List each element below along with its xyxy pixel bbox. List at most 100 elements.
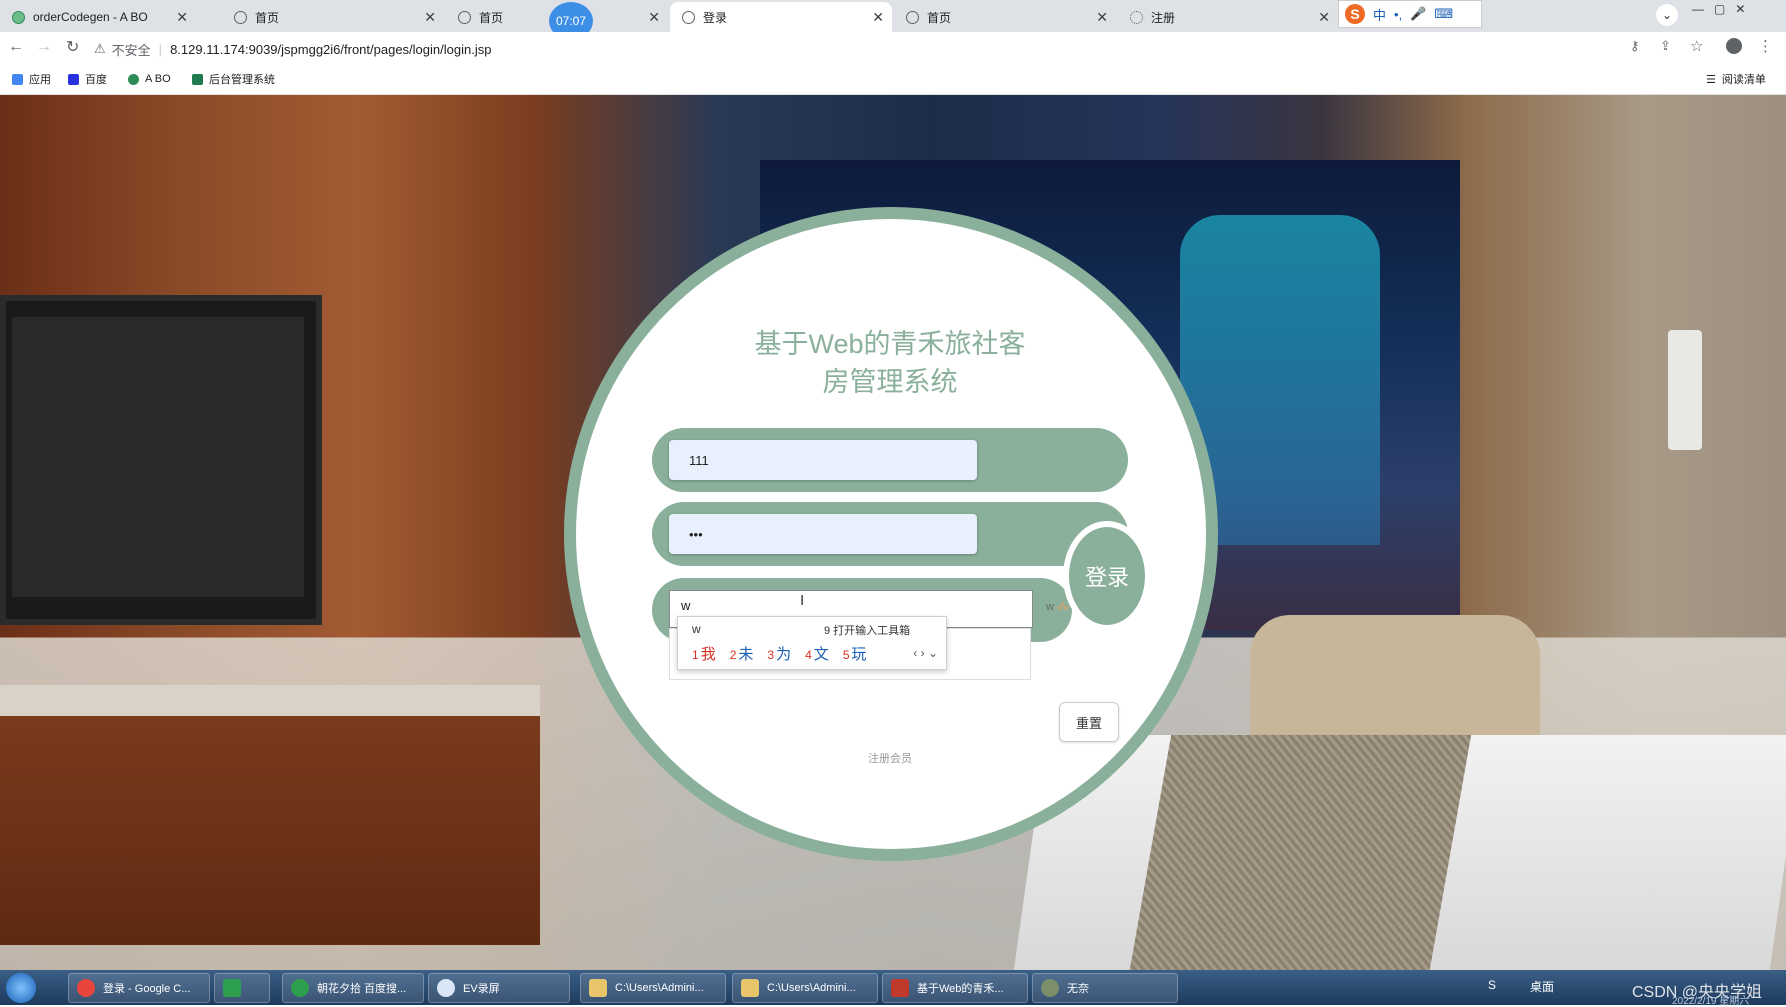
reload-icon[interactable]: ↻: [66, 37, 79, 57]
forward-icon[interactable]: →: [36, 38, 52, 56]
ime-candidate-window[interactable]: w 9 打开输入工具箱 1我 2未 3为 4文 5玩 ‹ › ⌄: [677, 616, 947, 670]
ime-mode[interactable]: 中: [1373, 5, 1386, 24]
taskbar-item-wunai[interactable]: 无奈: [1032, 973, 1178, 1003]
ime-page-nav-icon[interactable]: ‹ › ⌄: [913, 646, 938, 660]
tab-search-icon[interactable]: ⌄: [1656, 4, 1678, 26]
wall-lamp: [1668, 330, 1702, 450]
globe-icon: [234, 10, 247, 24]
tab-register[interactable]: 注册 ✕: [1118, 2, 1338, 32]
loading-icon: [1130, 10, 1143, 24]
close-tab-icon[interactable]: ✕: [872, 9, 884, 26]
taskbar-label: 基于Web的青禾...: [917, 983, 1004, 995]
tab-home-3[interactable]: 首页 ✕: [894, 2, 1116, 32]
television-screen: [12, 317, 304, 597]
close-tab-icon[interactable]: ✕: [424, 9, 436, 26]
taskbar-item-folder-1[interactable]: C:\Users\Admini...: [580, 973, 726, 1003]
sogou-tray-icon[interactable]: S: [1488, 978, 1496, 992]
taskbar-label: 无奈: [1067, 983, 1089, 995]
sogou-logo-icon: S: [1345, 4, 1365, 24]
profile-icon[interactable]: [1726, 38, 1742, 54]
taskbar-item-system[interactable]: 基于Web的青禾...: [882, 973, 1028, 1003]
taskbar-label: C:\Users\Admini...: [615, 982, 704, 994]
close-tab-icon[interactable]: ✕: [176, 9, 188, 26]
menu-icon[interactable]: ⋮: [1758, 37, 1773, 55]
taskbar-item-baidu[interactable]: 朝花夕拾 百度搜...: [282, 973, 424, 1003]
dresser: [0, 685, 540, 945]
taskbar-item-chrome[interactable]: 登录 - Google C...: [68, 973, 210, 1003]
tab-label: orderCodegen - A BO: [33, 10, 148, 24]
sogou-ime-toolbar[interactable]: S 中 •, 🎤 ⌨: [1338, 0, 1482, 28]
close-tab-icon[interactable]: ✕: [1318, 9, 1330, 26]
candidate-number: 3: [767, 648, 775, 662]
site-favicon-icon: [12, 10, 25, 24]
close-tab-icon[interactable]: ✕: [1096, 9, 1108, 26]
reading-list[interactable]: ☰ 阅读清单: [1706, 70, 1766, 88]
bookmark-label: 百度: [85, 74, 107, 86]
title-line-2: 房管理系统: [822, 367, 958, 397]
keyboard-icon[interactable]: ⌨: [1434, 6, 1453, 22]
reading-list-icon: ☰: [1706, 73, 1716, 86]
candidate-number: 4: [805, 648, 812, 662]
candidate-number: 1: [692, 648, 699, 662]
ime-candidate[interactable]: 2未: [730, 643, 754, 664]
close-tab-icon[interactable]: ✕: [648, 9, 660, 26]
password-input[interactable]: •••: [669, 514, 977, 554]
bookmark-apps[interactable]: 应用: [12, 70, 51, 88]
bookmark-admin[interactable]: 后台管理系统: [192, 70, 275, 88]
ime-candidate[interactable]: 4文: [805, 643, 829, 664]
taskbar-item-folder-2[interactable]: C:\Users\Admini...: [732, 973, 878, 1003]
punctuation-icon[interactable]: •,: [1394, 7, 1402, 22]
ime-candidates: 1我 2未 3为 4文 5玩: [692, 643, 867, 664]
captcha-text: w: [1046, 601, 1054, 613]
ime-tool-hint[interactable]: 9 打开输入工具箱: [824, 622, 910, 638]
captcha-input-value: w: [681, 598, 691, 613]
folder-icon: [589, 979, 607, 997]
taskbar-item-player[interactable]: [214, 973, 270, 1003]
register-link[interactable]: 注册会员: [840, 750, 940, 766]
ime-composition: w: [692, 622, 701, 636]
tab-label: 首页: [479, 10, 504, 25]
login-button[interactable]: 登录: [1063, 521, 1151, 631]
bookmark-label: 应用: [29, 74, 51, 86]
apps-icon: [12, 73, 23, 85]
leaf-icon: [128, 73, 139, 85]
vue-icon: [192, 73, 203, 85]
tab-login[interactable]: 登录 ✕: [670, 2, 892, 32]
candidate-number: 5: [842, 648, 850, 662]
window-controls[interactable]: —▢✕: [1692, 2, 1755, 16]
microphone-icon[interactable]: 🎤: [1410, 6, 1426, 22]
app-icon: [891, 979, 909, 997]
taskbar-label: 登录 - Google C...: [103, 983, 191, 995]
ime-candidate[interactable]: 5玩: [843, 643, 867, 664]
username-input[interactable]: 111: [669, 440, 977, 480]
tab-label: 首页: [927, 10, 952, 25]
tab-ordercodegen[interactable]: orderCodegen - A BO ✕: [0, 2, 196, 32]
candidate-text: 为: [776, 646, 792, 663]
folder-icon: [741, 979, 759, 997]
tab-home-1[interactable]: 首页 ✕: [222, 2, 444, 32]
security-label: 不安全: [111, 42, 151, 58]
ime-candidate[interactable]: 1我: [692, 643, 716, 664]
candidate-number: 2: [729, 648, 737, 662]
bookmark-label: 后台管理系统: [209, 74, 275, 86]
warning-icon: ⚠: [94, 41, 106, 56]
back-icon[interactable]: ←: [8, 38, 24, 56]
desktop-label[interactable]: 桌面: [1530, 978, 1554, 995]
bookmark-baidu[interactable]: 百度: [68, 70, 107, 88]
bookmark-label: A BO: [145, 73, 171, 85]
candidate-text: 玩: [851, 646, 867, 663]
ime-candidate[interactable]: 3为: [767, 643, 791, 664]
url-text[interactable]: 8.129.11.174:9039/jspmgg2i6/front/pages/…: [170, 42, 491, 57]
key-icon[interactable]: ⚷: [1630, 38, 1640, 54]
taskbar-label: C:\Users\Admini...: [767, 982, 856, 994]
omnibox[interactable]: ⚠ 不安全 | 8.129.11.174:9039/jspmgg2i6/fron…: [94, 36, 1684, 62]
text-cursor-icon: I: [800, 592, 805, 609]
bookmark-abo[interactable]: A BO: [128, 70, 171, 88]
share-icon[interactable]: ⇪: [1660, 38, 1671, 54]
bookmark-star-icon[interactable]: ☆: [1690, 37, 1703, 55]
reset-button[interactable]: 重置: [1059, 702, 1119, 742]
taskbar-item-ev[interactable]: EV录屏: [428, 973, 570, 1003]
reading-list-label: 阅读清单: [1721, 74, 1766, 86]
start-button[interactable]: [6, 973, 36, 1003]
globe-icon: [906, 10, 919, 24]
